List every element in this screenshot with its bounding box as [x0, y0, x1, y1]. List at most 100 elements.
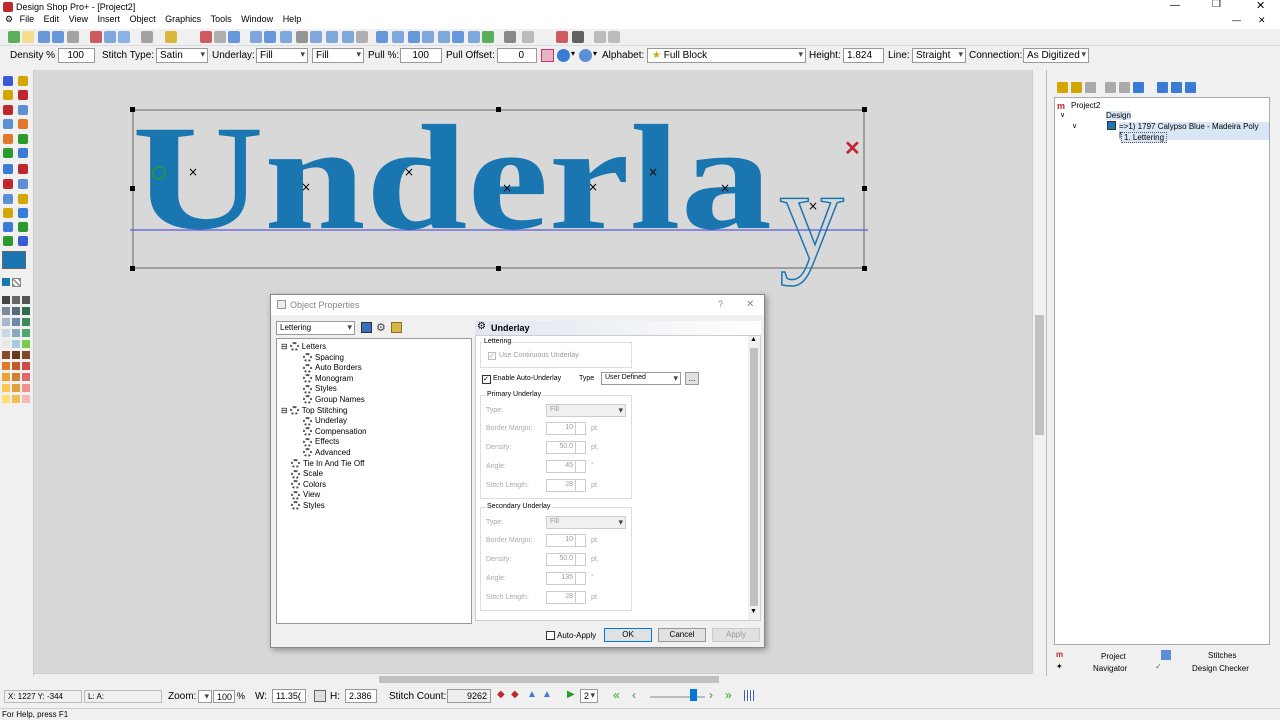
align-icon[interactable]: [326, 31, 338, 43]
apply-button[interactable]: Apply: [712, 628, 760, 642]
palette-swatch[interactable]: [2, 351, 10, 359]
tool-1-0-icon[interactable]: [3, 90, 13, 100]
print-icon[interactable]: [104, 31, 116, 43]
tree-node-top-stitching[interactable]: ⊟ Top Stitching: [281, 406, 348, 415]
palette-swatch[interactable]: [12, 395, 20, 403]
rotate-icon[interactable]: [452, 31, 464, 43]
line-select[interactable]: Straight: [912, 48, 966, 63]
shape-dropdown-icon[interactable]: ▾: [571, 49, 575, 58]
menu-edit[interactable]: Edit: [44, 14, 60, 24]
current-color-swatch[interactable]: [2, 251, 26, 269]
minimize-button[interactable]: —: [1170, 0, 1180, 11]
thread-color-icon[interactable]: [2, 278, 10, 286]
panel-tool-4-icon[interactable]: [1119, 82, 1130, 93]
new-icon[interactable]: [8, 31, 20, 43]
tool-10-0-icon[interactable]: [3, 222, 13, 232]
menu-tools[interactable]: Tools: [211, 14, 232, 24]
tool-9-1-icon[interactable]: [18, 208, 28, 218]
palette-swatch[interactable]: [2, 296, 10, 304]
alphabet-select[interactable]: ★ Full Block: [647, 48, 806, 63]
align-center-icon[interactable]: [342, 31, 354, 43]
stitch-list-icon[interactable]: [744, 690, 754, 701]
tool-0-0-icon[interactable]: [3, 76, 13, 86]
tool-1-1-icon[interactable]: [18, 90, 28, 100]
play-icon[interactable]: ▶: [567, 689, 575, 700]
palette-swatch[interactable]: [12, 307, 20, 315]
group-icon[interactable]: [408, 31, 420, 43]
panel-tool-7-icon[interactable]: [1171, 82, 1182, 93]
tree-node-spacing[interactable]: Spacing: [303, 353, 344, 362]
tree-node-scale[interactable]: Scale: [281, 469, 323, 479]
stitch-type-select[interactable]: Satin: [156, 48, 208, 63]
ungroup-icon[interactable]: [422, 31, 434, 43]
tool-3-0-icon[interactable]: [3, 119, 13, 129]
check-icon[interactable]: [482, 31, 494, 43]
palette-swatch[interactable]: [22, 296, 30, 304]
underlay-select-2[interactable]: Fill: [312, 48, 364, 63]
zoom-input[interactable]: 100: [213, 690, 235, 703]
tool-11-0-icon[interactable]: [3, 236, 13, 246]
more-button[interactable]: ...: [685, 372, 699, 385]
tool-2-1-icon[interactable]: [18, 105, 28, 115]
fill-icon[interactable]: [468, 31, 480, 43]
palette-swatch[interactable]: [22, 395, 30, 403]
prev-stitch-icon[interactable]: ◆: [497, 689, 505, 700]
secondary-border-input[interactable]: 10: [546, 534, 586, 547]
palette-swatch[interactable]: [2, 340, 10, 348]
menu-graphics[interactable]: Graphics: [165, 14, 201, 24]
panel-tool-5-icon[interactable]: [1133, 82, 1144, 93]
effects-icon[interactable]: [579, 49, 592, 62]
pane-scroll-up[interactable]: ▲: [750, 336, 757, 343]
settings-icon[interactable]: ⚙: [376, 321, 386, 334]
palette-swatch[interactable]: [12, 351, 20, 359]
tool-0-1-icon[interactable]: [18, 76, 28, 86]
down-icon[interactable]: ▲: [542, 689, 552, 700]
palette-swatch[interactable]: [22, 329, 30, 337]
transparent-color-icon[interactable]: [12, 278, 21, 287]
zoom-box-icon[interactable]: [264, 31, 276, 43]
fast-forward-icon[interactable]: »: [725, 688, 732, 702]
ok-button[interactable]: OK: [604, 628, 652, 642]
palette-swatch[interactable]: [22, 340, 30, 348]
pane-scrollbar[interactable]: ▲ ▼: [748, 336, 760, 620]
tree-node-monogram[interactable]: Monogram: [303, 374, 353, 384]
tree-node-group-names[interactable]: Group Names: [303, 395, 365, 405]
mdi-close-button[interactable]: ✕: [1258, 15, 1266, 26]
save-icon[interactable]: [361, 322, 372, 333]
tool-10-1-icon[interactable]: [18, 222, 28, 232]
grid-icon[interactable]: [310, 31, 322, 43]
tree-node-compensation[interactable]: Compensation: [303, 427, 367, 437]
primary-angle-input[interactable]: 45: [546, 460, 586, 473]
tree-node-colors[interactable]: Colors: [281, 480, 326, 490]
zoom-fit-icon[interactable]: [250, 31, 262, 43]
tool-3-1-icon[interactable]: [18, 119, 28, 129]
tree-expander-icon[interactable]: ⊟: [281, 406, 288, 415]
tool-5-1-icon[interactable]: [18, 148, 28, 158]
redo-icon[interactable]: [165, 31, 177, 43]
zoom-in-icon[interactable]: [214, 31, 226, 43]
vertical-scroll-thumb[interactable]: [1035, 315, 1044, 435]
palette-swatch[interactable]: [22, 373, 30, 381]
tool-8-1-icon[interactable]: [18, 194, 28, 204]
primary-border-input[interactable]: 10: [546, 422, 586, 435]
panel-tool-2-icon[interactable]: [1085, 82, 1096, 93]
tool-6-0-icon[interactable]: [3, 164, 13, 174]
save-icon[interactable]: [38, 31, 50, 43]
category-select[interactable]: Lettering: [276, 321, 355, 335]
enable-auto-checkbox[interactable]: ✓: [482, 375, 491, 384]
palette-swatch[interactable]: [2, 329, 10, 337]
menu-insert[interactable]: Insert: [98, 14, 121, 24]
project-tree[interactable]: m Project2 ∨ Design ∨ =>1) 1797 Calypso …: [1054, 97, 1270, 645]
h-input[interactable]: 2.386: [345, 689, 377, 703]
zoom-dropdown[interactable]: [198, 690, 212, 703]
tree-expand-design[interactable]: ∨: [1060, 111, 1065, 119]
close-window-button[interactable]: ✕: [1256, 0, 1265, 12]
palette-swatch[interactable]: [12, 373, 20, 381]
tree-lettering[interactable]: 1. Lettering: [1121, 132, 1168, 143]
restore-button[interactable]: ❐: [1212, 0, 1221, 10]
connection-select[interactable]: As Digitized: [1023, 48, 1089, 63]
tab-design-checker[interactable]: Design Checker: [1192, 664, 1249, 673]
tree-node-underlay[interactable]: Underlay: [303, 416, 347, 426]
delete-icon[interactable]: [556, 31, 568, 43]
close-x-icon[interactable]: [572, 31, 584, 43]
